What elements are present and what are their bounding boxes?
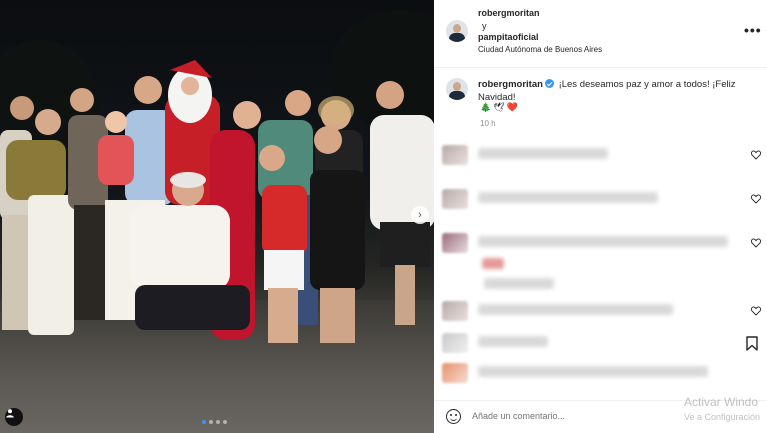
comment-reaction-row: [434, 252, 767, 289]
comment-emoji-blurred: [482, 258, 504, 269]
carousel-dot[interactable]: [216, 420, 220, 424]
emoji-picker-icon[interactable]: [446, 409, 461, 424]
user-tag-button[interactable]: [5, 408, 23, 426]
comment-row: [434, 360, 767, 386]
watermark-line-2: Ve a Configuración: [684, 412, 761, 422]
comment-text-blurred: [478, 336, 548, 347]
comment-text-blurred: [478, 304, 673, 315]
post-side-panel: robergmoritan y pampitaoficial Ciudad Au…: [434, 0, 767, 433]
location-link[interactable]: Ciudad Autónoma de Buenos Aires: [478, 45, 602, 54]
comment-text-blurred: [478, 148, 608, 159]
carousel-dot[interactable]: [202, 420, 206, 424]
comment-avatar[interactable]: [442, 333, 468, 353]
username-link[interactable]: robergmoritan: [478, 8, 540, 18]
collab-connector: y: [482, 21, 487, 31]
comment-avatar[interactable]: [442, 145, 468, 165]
carousel-next-button[interactable]: ›: [411, 206, 429, 224]
comment-avatar[interactable]: [442, 301, 468, 321]
ellipsis-icon[interactable]: •••: [744, 22, 762, 38]
post-timestamp[interactable]: 10 h: [480, 119, 496, 128]
like-heart-icon[interactable]: [751, 194, 761, 204]
carousel-dots: [202, 420, 227, 424]
comment-avatar[interactable]: [442, 233, 468, 253]
christmas-tree-icon: 🎄: [480, 102, 492, 112]
like-heart-icon[interactable]: [751, 150, 761, 160]
family-photo-illustration: [0, 10, 434, 343]
post-caption: robergmoritan ¡Les deseamos paz y amor a…: [478, 78, 758, 104]
collaborator-username-link[interactable]: pampitaoficial: [478, 32, 539, 42]
carousel-dot[interactable]: [209, 420, 213, 424]
like-heart-icon[interactable]: [751, 306, 761, 316]
verified-badge-icon: [544, 79, 554, 88]
comment-avatar[interactable]: [442, 189, 468, 209]
comment-text-blurred: [478, 236, 728, 247]
comment-text-blurred: [484, 278, 554, 289]
post-photo[interactable]: ›: [0, 0, 434, 433]
bookmark-icon[interactable]: [746, 336, 758, 351]
caption-avatar[interactable]: [446, 78, 468, 100]
add-comment-input[interactable]: [472, 411, 672, 421]
user-tag-icon: [6, 409, 14, 418]
dove-icon: 🕊: [493, 102, 505, 112]
avatar[interactable]: [446, 20, 468, 42]
comment-text-blurred: [478, 192, 658, 203]
post-header: robergmoritan y pampitaoficial Ciudad Au…: [434, 0, 767, 68]
caption-emojis: 🎄 🕊 ❤️: [480, 102, 518, 113]
comment-row: [434, 186, 767, 212]
comment-row: [434, 142, 767, 168]
caption-username-link[interactable]: robergmoritan: [478, 79, 543, 90]
like-heart-icon[interactable]: [751, 238, 761, 248]
red-heart-icon: ❤️: [506, 102, 518, 112]
windows-activation-watermark: Activar Windo Ve a Configuración: [684, 395, 760, 425]
comment-row: [434, 330, 767, 356]
watermark-line-1: Activar Windo: [684, 395, 759, 409]
comment-avatar[interactable]: [442, 363, 468, 383]
comment-text-blurred: [478, 366, 708, 377]
chevron-right-icon: ›: [418, 209, 422, 221]
carousel-dot[interactable]: [223, 420, 227, 424]
comment-row: [434, 298, 767, 324]
